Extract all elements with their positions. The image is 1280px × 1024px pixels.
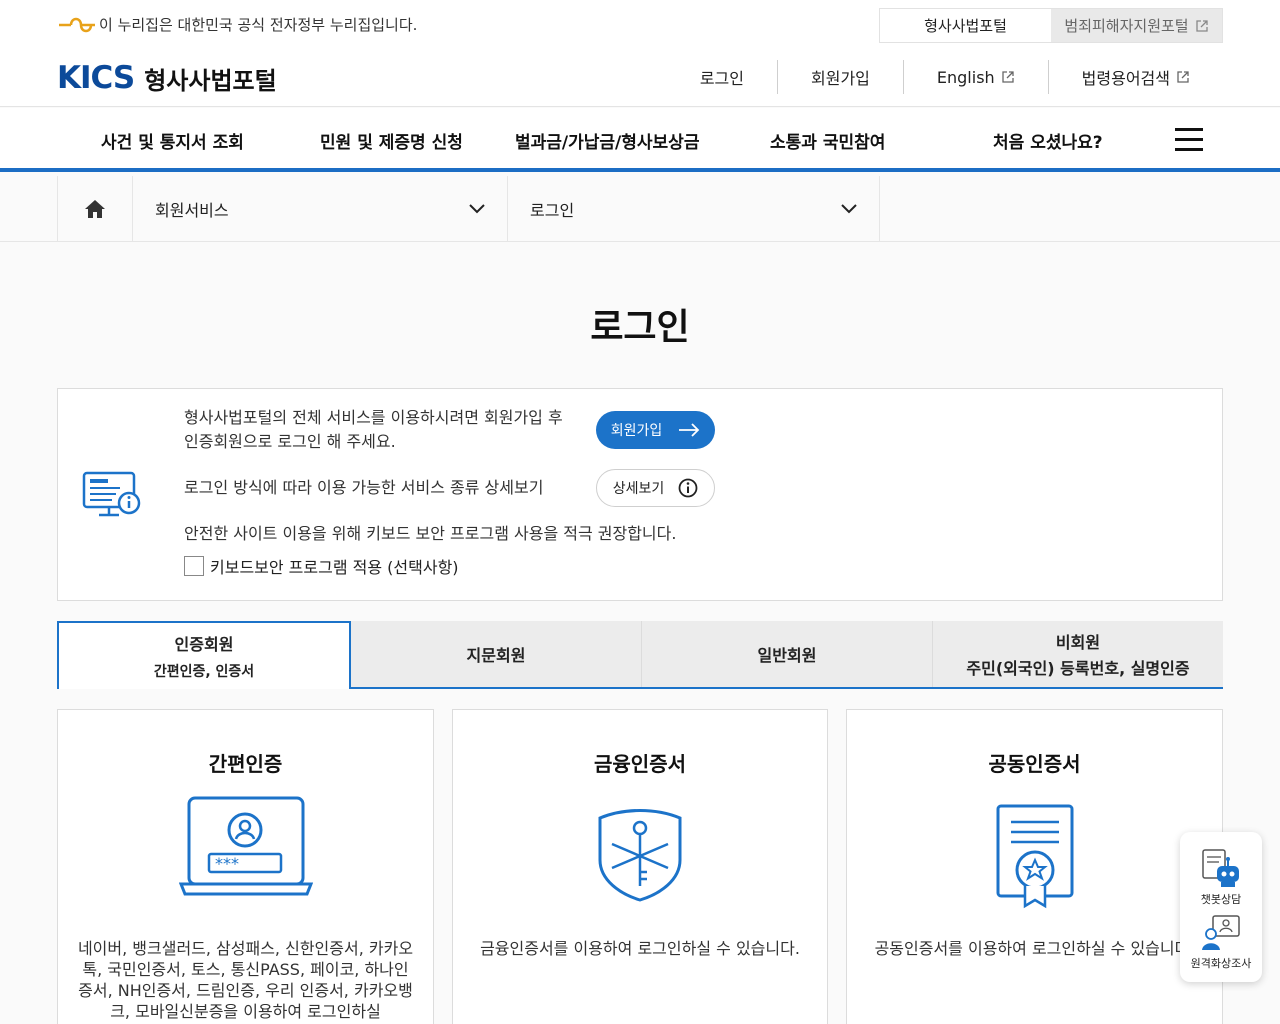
- chatbot-button[interactable]: 챗봇상담: [1180, 848, 1262, 907]
- video-call-icon: [1202, 915, 1240, 950]
- legal-term-search-link[interactable]: 법령용어검색: [1047, 60, 1223, 94]
- login-link[interactable]: 로그인: [667, 60, 777, 94]
- signup-button-label: 회원가입: [610, 423, 663, 439]
- tab-sublabel: 간편인증, 인증서: [153, 664, 255, 680]
- floating-quick-menu: 챗봇상담 원격화상조사: [1180, 832, 1262, 982]
- nav-fines[interactable]: 벌과금/가납금/형사보상금: [515, 128, 699, 153]
- laptop-password-icon: ***: [178, 796, 313, 896]
- card-joint-cert[interactable]: 공동인증서 공동인증서를 이용하여 로그인하실 수 있습니다.: [846, 709, 1223, 1024]
- portal-tab-kics[interactable]: 형사사법포털: [880, 9, 1051, 42]
- card-title: 금융인증서: [594, 752, 686, 776]
- portal-tab-label: 범죄피해자지원포털: [1064, 17, 1189, 35]
- breadcrumb-label: 회원서비스: [155, 201, 229, 220]
- util-label: 로그인: [699, 69, 744, 88]
- tab-general-member[interactable]: 일반회원: [642, 621, 933, 687]
- breadcrumb-dropdown-page[interactable]: 로그인: [508, 176, 880, 242]
- certificate-icon: [996, 804, 1073, 909]
- home-icon: [85, 200, 105, 218]
- home-button[interactable]: [57, 176, 133, 242]
- brand-name: 형사사법포털: [144, 66, 277, 95]
- chatbot-icon: [1202, 849, 1239, 887]
- info-icon: [678, 478, 698, 498]
- menu-icon[interactable]: [1175, 128, 1203, 152]
- external-link-icon: [1195, 19, 1208, 32]
- tab-non-member[interactable]: 비회원 주민(외국인) 등록번호, 실명인증: [933, 621, 1223, 687]
- card-description: 금융인증서를 이용하여 로그인하실 수 있습니다.: [480, 939, 800, 958]
- card-title: 공동인증서: [988, 752, 1081, 776]
- nav-case-lookup[interactable]: 사건 및 통지서 조회: [101, 128, 244, 153]
- card-description: 공동인증서를 이용하여 로그인하실 수 있습니다.: [874, 939, 1195, 958]
- card-simple-auth[interactable]: 간편인증 *** 네이버, 뱅크샐러드, 삼성패스, 신한인증서, 카카오톡, …: [57, 709, 434, 1024]
- util-label: 회원가입: [811, 69, 870, 88]
- login-info-box: 형사사법포털의 전체 서비스를 이용하시려면 회원가입 후 인증회원으로 로그인…: [57, 388, 1223, 601]
- portal-switcher: 형사사법포털 범죄피해자지원포털: [879, 8, 1223, 43]
- brand-logo[interactable]: KICS 형사사법포털: [57, 60, 277, 96]
- nav-civil-petition[interactable]: 민원 및 제증명 신청: [320, 128, 463, 153]
- portal-tab-victim-support[interactable]: 범죄피해자지원포털: [1051, 9, 1222, 42]
- float-label: 챗봇상담: [1200, 893, 1242, 906]
- detail-button-label: 상세보기: [612, 481, 665, 497]
- remote-video-inquiry-button[interactable]: 원격화상조사: [1180, 912, 1262, 971]
- nav-first-visit[interactable]: 처음 오셨나요?: [993, 128, 1103, 153]
- card-description: 네이버, 뱅크샐러드, 삼성패스, 신한인증서, 카카오톡, 국민인증서, 토스…: [77, 939, 414, 1021]
- svg-text:***: ***: [215, 854, 239, 873]
- util-label: 법령용어검색: [1081, 69, 1170, 88]
- card-title: 간편인증: [208, 752, 283, 776]
- kics-logo: KICS: [57, 60, 135, 96]
- breadcrumb-label: 로그인: [530, 201, 575, 220]
- keyboard-security-label[interactable]: 키보드보안 프로그램 적용 (선택사항): [210, 554, 459, 578]
- info-text-2: 로그인 방식에 따라 이용 가능한 서비스 종류 상세보기: [184, 478, 544, 497]
- page-title: 로그인: [590, 307, 690, 348]
- tab-label: 인증회원: [174, 635, 234, 654]
- gov-banner: 이 누리집은 대한민국 공식 전자정부 누리집입니다. 형사사법포털 범죄피해자…: [0, 0, 1280, 52]
- info-text-3: 안전한 사이트 이용을 위해 키보드 보안 프로그램 사용을 적극 권장합니다.: [184, 524, 677, 543]
- monitor-info-icon: [82, 471, 141, 517]
- gov-banner-text: 이 누리집은 대한민국 공식 전자정부 누리집입니다.: [57, 14, 417, 35]
- breadcrumb: 회원서비스 로그인: [0, 176, 1280, 242]
- tab-sublabel: 주민(외국인) 등록번호, 실명인증: [966, 659, 1190, 678]
- util-label: English: [936, 67, 995, 87]
- main-nav: 사건 및 통지서 조회 민원 및 제증명 신청 벌과금/가납금/형사보상금 소통…: [0, 108, 1280, 172]
- info-text-1b: 인증회원으로 로그인 해 주세요.: [184, 432, 396, 451]
- english-link[interactable]: English: [902, 60, 1048, 94]
- external-link-icon: [1177, 71, 1189, 83]
- gov-logo-icon: [59, 17, 95, 32]
- tab-label: 비회원: [1055, 633, 1101, 652]
- tab-label: 지문회원: [466, 646, 526, 665]
- utility-nav: 로그인 회원가입 English 법령용어검색: [667, 60, 1223, 94]
- gov-banner-label: 이 누리집은 대한민국 공식 전자정부 누리집입니다.: [99, 16, 418, 34]
- keyboard-security-checkbox[interactable]: [184, 556, 204, 576]
- card-financial-cert[interactable]: 금융인증서 금융인증서를 이용하여 로그인하실 수 있습니다.: [452, 709, 828, 1024]
- float-label: 원격화상조사: [1190, 957, 1252, 970]
- info-text-1a: 형사사법포털의 전체 서비스를 이용하시려면 회원가입 후: [184, 408, 563, 427]
- tab-fingerprint-member[interactable]: 지문회원: [351, 621, 642, 687]
- breadcrumb-dropdown-section[interactable]: 회원서비스: [133, 176, 508, 242]
- chevron-down-icon: [841, 204, 857, 214]
- member-type-tabs: 인증회원 간편인증, 인증서 지문회원 일반회원 비회원 주민(외국인) 등록번…: [57, 621, 1223, 689]
- signup-button[interactable]: 회원가입: [596, 411, 715, 449]
- shield-key-icon: [598, 809, 682, 902]
- tab-label: 일반회원: [757, 646, 817, 665]
- portal-tab-label: 형사사법포털: [924, 17, 1007, 35]
- chevron-down-icon: [469, 204, 485, 214]
- detail-view-button[interactable]: 상세보기: [596, 469, 715, 507]
- arrow-right-icon: [679, 423, 700, 437]
- nav-communication[interactable]: 소통과 국민참여: [770, 128, 885, 153]
- site-header: KICS 형사사법포털 로그인 회원가입 English 법령용어검색: [0, 52, 1280, 107]
- external-link-icon: [1002, 71, 1014, 83]
- tab-certified-member[interactable]: 인증회원 간편인증, 인증서: [57, 621, 351, 689]
- signup-link[interactable]: 회원가입: [777, 60, 903, 94]
